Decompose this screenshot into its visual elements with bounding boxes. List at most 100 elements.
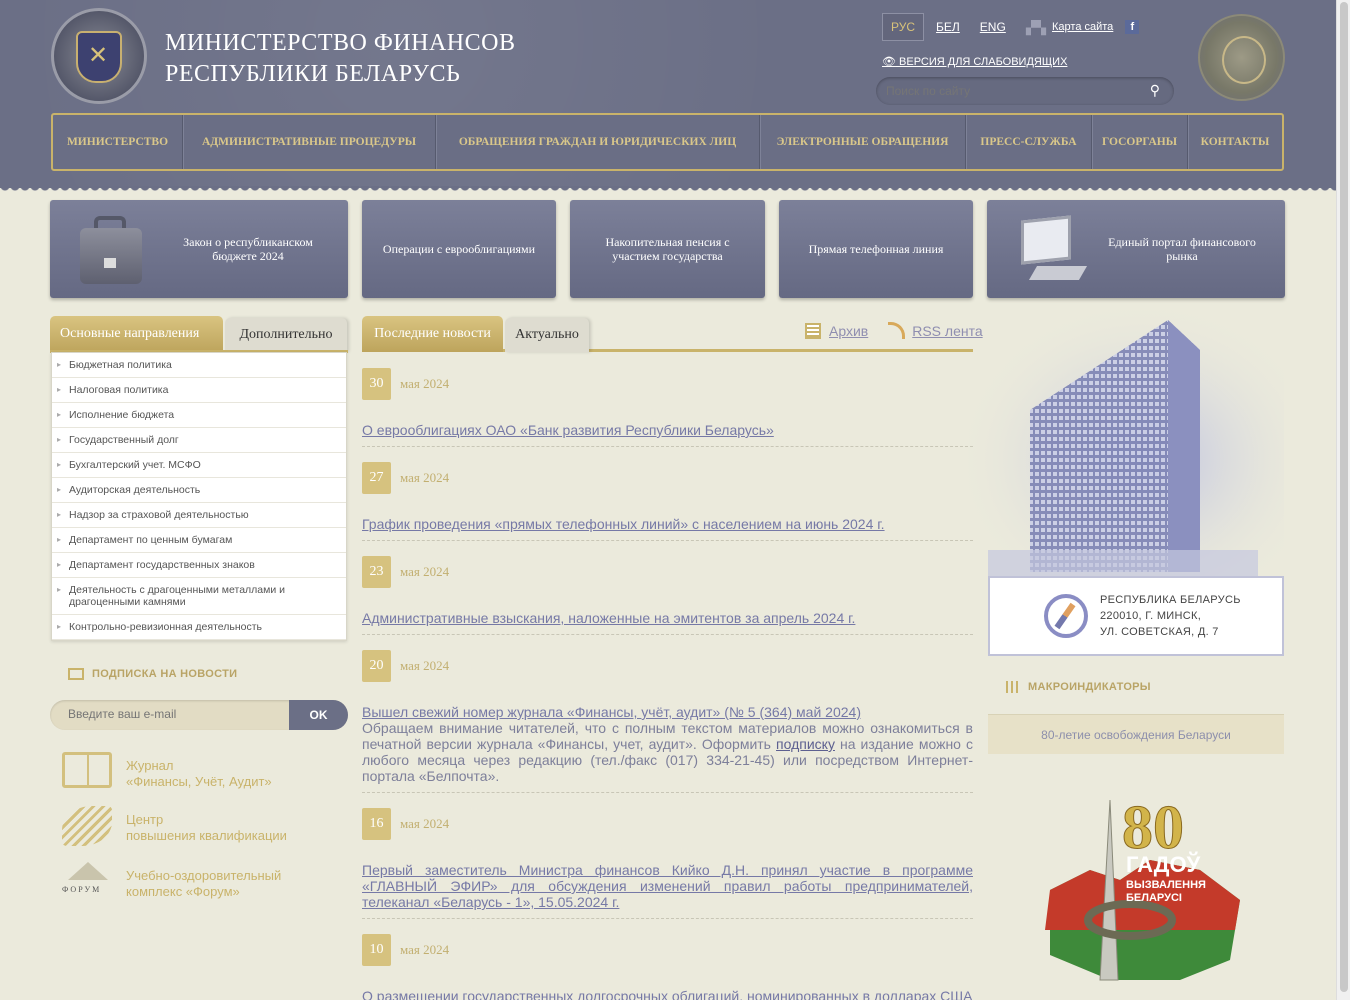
list-item[interactable]: Контрольно-ревизионная деятельность [52,615,346,640]
list-item[interactable]: Надзор за страховой деятельностью [52,503,346,528]
forum-logo-text: ФОРУМ [62,885,102,894]
search-icon[interactable]: ⚲ [1150,82,1160,99]
tab-latest-news[interactable]: Последние новости [362,316,503,352]
nav-e-appeals[interactable]: ЭЛЕКТРОННЫЕ ОБРАЩЕНИЯ [760,115,966,169]
news-title-link[interactable]: Первый заместитель Министра финансов Кий… [362,862,973,910]
scrollbar-thumb[interactable] [1340,2,1348,992]
news-divider [362,918,973,919]
tab-additional[interactable]: Дополнительно [225,318,347,352]
banner-eurobonds[interactable]: Операции с еврооблигациями [362,200,556,298]
list-item[interactable]: Департамент государственных знаков [52,553,346,578]
news-item: 16 мая 2024 Первый заместитель Министра ф… [362,808,973,910]
news-day: 10 [362,934,391,966]
page-scrollbar[interactable] [1336,0,1350,1000]
address-line-2: 220010, Г. МИНСК, [1100,610,1202,622]
low-vision-link[interactable]: 👁 ВЕРСИЯ ДЛЯ СЛАБОВИДЯЩИХ [882,55,1067,68]
lang-rus[interactable]: РУС [882,13,925,41]
nav-gov-bodies[interactable]: ГОСОРГАНЫ [1092,115,1188,169]
banner-eurobonds-label: Операции с еврооблигациями [382,242,536,256]
computer-icon [1013,214,1088,286]
promo-forum[interactable]: ФОРУМ Учебно-оздоровительный комплекс «Фо… [62,862,281,906]
banner-budget-line-1: Закон о республиканском [183,235,313,249]
news-item: 10 мая 2024 О размещении государственных … [362,934,973,1000]
search-input[interactable] [886,82,1126,100]
promo-journal-line-2: «Финансы, Учёт, Аудит» [126,774,272,789]
facebook-icon[interactable]: f [1125,20,1140,34]
banner-portal-line-2: рынка [1166,249,1198,263]
news-divider [362,634,973,635]
news-item: 20 мая 2024 Вышел свежий номер журнала «Ф… [362,650,973,784]
news-tabs: Последние новости Актуально [362,316,589,352]
badge-line-1: ГАДОЎ [1126,851,1201,877]
banner-portal-line-1: Единый портал финансового [1108,235,1256,249]
sitemap-link[interactable]: Карта сайта [1052,21,1113,33]
address-block[interactable]: РЕСПУБЛИКА БЕЛАРУСЬ 220010, Г. МИНСК, УЛ… [988,576,1284,656]
liberation-80-badge[interactable]: 80 ГАДОЎ ВЫЗВАЛЕННЯ БЕЛАРУСІ [1030,780,1250,990]
badge-line-2: ВЫЗВАЛЕННЯ [1126,879,1206,891]
nav-ministry[interactable]: МИНИСТЕРСТВО [53,115,183,169]
banner-hotline[interactable]: Прямая телефонная линия [779,200,973,298]
ministry-emblem-icon[interactable] [51,8,147,104]
news-title-link[interactable]: Вышел свежий номер журнала «Финансы, учё… [362,704,973,720]
news-day: 16 [362,808,391,840]
list-item[interactable]: Аудиторская деятельность [52,478,346,503]
list-item[interactable]: Исполнение бюджета [52,403,346,428]
list-item[interactable]: Бухгалтерский учет. МСФО [52,453,346,478]
subscribe-title-label: ПОДПИСКА НА НОВОСТИ [92,668,238,680]
banner-pension[interactable]: Накопительная пенсия с участием государс… [570,200,765,298]
directions-tabs: Основные направления Дополнительно [50,316,347,352]
promo-center-line-1: Центр [126,812,164,827]
news-month: мая 2024 [400,658,450,673]
list-item[interactable]: Департамент по ценным бумагам [52,528,346,553]
bar-chart-icon [1006,681,1020,693]
news-title-link[interactable]: О размещении государственных долгосрочны… [362,988,973,1000]
low-vision-label: ВЕРСИЯ ДЛЯ СЛАБОВИДЯЩИХ [899,56,1068,68]
archive-link[interactable]: Архив [829,323,868,339]
liberation-80-link[interactable]: 80-летие освобождения Беларуси [988,714,1284,754]
promo-training-center[interactable]: Центр повышения квалификации [62,806,287,850]
news-links: Архив RSS лента [805,322,983,339]
tab-main-directions[interactable]: Основные направления [50,316,223,352]
news-title-link[interactable]: График проведения «прямых телефонных лин… [362,516,973,532]
news-month: мая 2024 [400,376,450,391]
news-day: 20 [362,650,391,682]
news-title-link[interactable]: Административные взыскания, наложенные н… [362,610,973,626]
title-line-1: МИНИСТЕРСТВО ФИНАНСОВ [165,30,516,56]
tab-actual[interactable]: Актуально [505,318,589,352]
list-item[interactable]: Бюджетная политика [52,353,346,378]
lang-eng[interactable]: ENG [980,20,1006,34]
address-line-3: УЛ. СОВЕТСКАЯ, Д. 7 [1100,626,1219,638]
eye-icon: 👁 [882,56,896,68]
list-item[interactable]: Государственный долг [52,428,346,453]
promo-forum-line-1: Учебно-оздоровительный [126,868,282,883]
news-day: 23 [362,556,391,588]
subscription-link[interactable]: подписку [776,736,835,752]
nav-admin-procedures[interactable]: АДМИНИСТРАТИВНЫЕ ПРОЦЕДУРЫ [183,115,436,169]
list-item[interactable]: Деятельность с драгоценными металлами и … [52,578,346,615]
news-divider [362,792,973,793]
news-month: мая 2024 [400,816,450,831]
nav-press[interactable]: ПРЕСС-СЛУЖБА [966,115,1092,169]
banner-financial-portal[interactable]: Единый портал финансового рынка [987,200,1285,298]
news-item: 30 мая 2024 О еврооблигациях ОАО «Банк ра… [362,368,973,438]
banner-pension-line-1: Накопительная пенсия с [605,235,730,249]
email-field[interactable] [68,707,268,721]
macro-indicators[interactable]: МАКРОИНДИКАТОРЫ [1006,681,1151,693]
address-line-1: РЕСПУБЛИКА БЕЛАРУСЬ [1100,594,1241,606]
news-item: 27 мая 2024 График проведения «прямых тел… [362,462,973,532]
promo-center-line-2: повышения квалификации [126,828,287,843]
news-divider [362,540,973,541]
lang-bel[interactable]: БЕЛ [936,20,960,34]
nav-appeals[interactable]: ОБРАЩЕНИЯ ГРАЖДАН И ЮРИДИЧЕСКИХ ЛИЦ [436,115,760,169]
nav-contacts[interactable]: КОНТАКТЫ [1188,115,1282,169]
site-title[interactable]: МИНИСТЕРСТВО ФИНАНСОВ РЕСПУБЛИКИ БЕЛАРУС… [165,28,515,90]
news-title-link[interactable]: О еврооблигациях ОАО «Банк развития Респ… [362,422,973,438]
banner-budget-law[interactable]: Закон о республиканском бюджете 2024 [50,200,348,298]
subscribe-ok-button[interactable]: OK [289,700,348,730]
list-item[interactable]: Налоговая политика [52,378,346,403]
envelope-icon [68,668,84,680]
badge-line-3: БЕЛАРУСІ [1126,892,1182,904]
news-item: 23 мая 2024 Административные взыскания, н… [362,556,973,626]
promo-journal[interactable]: Журнал «Финансы, Учёт, Аудит» [62,752,272,796]
main-navigation: МИНИСТЕРСТВО АДМИНИСТРАТИВНЫЕ ПРОЦЕДУРЫ … [51,113,1284,171]
